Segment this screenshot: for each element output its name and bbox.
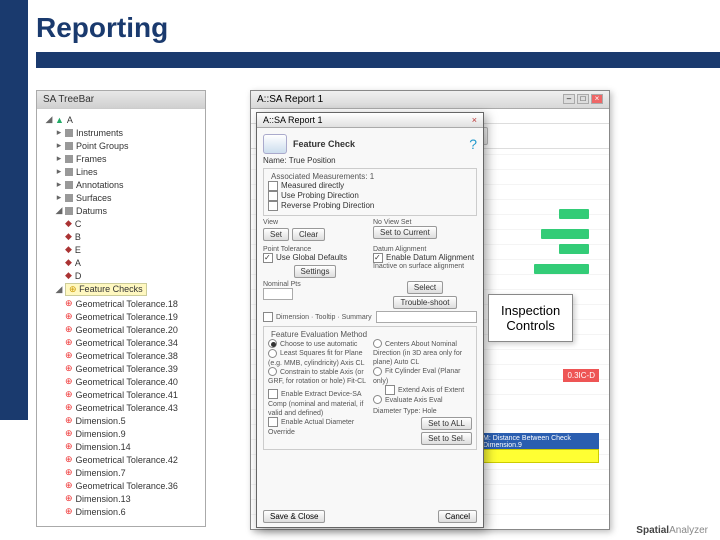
tree-check-item[interactable]: ⊕Geometrical Tolerance.43 xyxy=(41,401,201,414)
tree-group[interactable]: ▸Annotations xyxy=(41,178,201,191)
tree-datum-item[interactable]: ◆C xyxy=(41,217,201,230)
tree-header: SA TreeBar xyxy=(37,91,205,109)
tree-datum-item[interactable]: ◆B xyxy=(41,230,201,243)
checkbox[interactable] xyxy=(268,201,278,211)
checkbox[interactable] xyxy=(268,181,278,191)
report-title: A::SA Report 1 xyxy=(257,94,323,105)
tree-datum-item[interactable]: ◆D xyxy=(41,269,201,282)
tree-check-item[interactable]: ⊕Geometrical Tolerance.19 xyxy=(41,310,201,323)
name-value: True Position xyxy=(289,156,336,165)
tree-check-item[interactable]: ⊕Dimension.5 xyxy=(41,414,201,427)
tree-check-item[interactable]: ⊕Geometrical Tolerance.34 xyxy=(41,336,201,349)
set-sel-button[interactable]: Set to Sel. xyxy=(421,432,472,445)
close-icon[interactable]: × xyxy=(472,115,477,125)
radio[interactable] xyxy=(373,339,382,348)
checkbox[interactable] xyxy=(268,389,278,399)
report-icon xyxy=(263,134,287,154)
checkbox[interactable] xyxy=(268,417,278,427)
slide-accent-bar xyxy=(0,0,28,420)
tree-check-item[interactable]: ⊕Geometrical Tolerance.38 xyxy=(41,349,201,362)
tree-root[interactable]: ◢▲A xyxy=(41,113,201,126)
set-button[interactable]: Set xyxy=(263,228,289,241)
tree-check-item[interactable]: ⊕Dimension.9 xyxy=(41,427,201,440)
tree-datum-item[interactable]: ◆A xyxy=(41,256,201,269)
status-fail-badge: 0.3IC-D xyxy=(563,369,599,382)
summary-field[interactable] xyxy=(376,311,477,323)
tree-group[interactable]: ▸Frames xyxy=(41,152,201,165)
slide-title: Reporting xyxy=(0,0,720,48)
select-button[interactable]: Select xyxy=(407,281,443,294)
cancel-button[interactable]: Cancel xyxy=(438,510,477,523)
tree-check-item[interactable]: ⊕Dimension.14 xyxy=(41,440,201,453)
dialog-section: Feature Check xyxy=(293,139,355,149)
checkbox[interactable] xyxy=(263,312,273,322)
radio[interactable] xyxy=(268,339,277,348)
settings-button[interactable]: Settings xyxy=(294,265,337,278)
minimize-button[interactable]: – xyxy=(563,94,575,104)
diameter-type-value: Hole xyxy=(422,408,436,415)
dialog-titlebar[interactable]: A::SA Report 1 × xyxy=(257,113,483,128)
status-pass-bar xyxy=(534,264,589,274)
tree-check-item[interactable]: ⊕Geometrical Tolerance.42 xyxy=(41,453,201,466)
status-warning-bar xyxy=(479,449,599,463)
tree-group[interactable]: ▸Instruments xyxy=(41,126,201,139)
radio[interactable] xyxy=(373,367,382,376)
tree-check-item[interactable]: ⊕Dimension.7 xyxy=(41,466,201,479)
checkbox[interactable] xyxy=(385,385,395,395)
tree-body: ◢▲A ▸Instruments ▸Point Groups ▸Frames ▸… xyxy=(37,109,205,526)
status-pass-bar xyxy=(541,229,589,239)
set-all-button[interactable]: Set to ALL xyxy=(421,417,472,430)
clear-button[interactable]: Clear xyxy=(292,228,325,241)
tree-check-item[interactable]: ⊕Geometrical Tolerance.20 xyxy=(41,323,201,336)
set-current-button[interactable]: Set to Current xyxy=(373,226,437,239)
tree-check-item[interactable]: ⊕Dimension.13 xyxy=(41,492,201,505)
callout-box: Inspection Controls xyxy=(488,294,573,342)
troubleshoot-button[interactable]: Trouble-shoot xyxy=(393,296,456,309)
tree-check-item[interactable]: ⊕Geometrical Tolerance.41 xyxy=(41,388,201,401)
slide-title-underline xyxy=(36,52,720,68)
radio[interactable] xyxy=(373,395,382,404)
window-controls: – □ × xyxy=(563,94,603,105)
tree-check-item[interactable]: ⊕Geometrical Tolerance.40 xyxy=(41,375,201,388)
tree-check-item[interactable]: ⊕Geometrical Tolerance.36 xyxy=(41,479,201,492)
nominal-field[interactable] xyxy=(263,288,293,300)
feature-check-dialog: A::SA Report 1 × Feature Check ? Name: T… xyxy=(256,112,484,528)
report-titlebar[interactable]: A::SA Report 1 – □ × xyxy=(251,91,609,109)
tree-feature-checks[interactable]: ◢⊕ Feature Checks xyxy=(41,282,201,297)
assoc-fieldset: Associated Measurements: 1 Measured dire… xyxy=(263,168,477,216)
tree-group[interactable]: ▸Lines xyxy=(41,165,201,178)
eval-fieldset: Feature Evaluation Method Choose to use … xyxy=(263,326,477,450)
tree-root-label: A xyxy=(67,115,73,125)
maximize-button[interactable]: □ xyxy=(577,94,589,104)
status-pass-bar xyxy=(559,244,589,254)
tree-panel: SA TreeBar ◢▲A ▸Instruments ▸Point Group… xyxy=(36,90,206,527)
tree-check-item[interactable]: ⊕Dimension.6 xyxy=(41,505,201,518)
status-pass-bar xyxy=(559,209,589,219)
checkbox[interactable] xyxy=(373,253,383,263)
tree-group[interactable]: ▸Surfaces xyxy=(41,191,201,204)
radio[interactable] xyxy=(268,367,277,376)
footer-logo: SpatialAnalyzer xyxy=(636,525,708,536)
tree-datum-item[interactable]: ◆E xyxy=(41,243,201,256)
radio[interactable] xyxy=(268,349,277,358)
tree-check-item[interactable]: ⊕Geometrical Tolerance.39 xyxy=(41,362,201,375)
checkbox[interactable] xyxy=(263,253,273,263)
tree-datums[interactable]: ◢Datums xyxy=(41,204,201,217)
help-icon[interactable]: ? xyxy=(469,136,477,152)
checkbox[interactable] xyxy=(268,191,278,201)
close-button[interactable]: × xyxy=(591,94,603,104)
save-close-button[interactable]: Save & Close xyxy=(263,510,325,523)
tree-check-item[interactable]: ⊕Geometrical Tolerance.18 xyxy=(41,297,201,310)
tree-group[interactable]: ▸Point Groups xyxy=(41,139,201,152)
